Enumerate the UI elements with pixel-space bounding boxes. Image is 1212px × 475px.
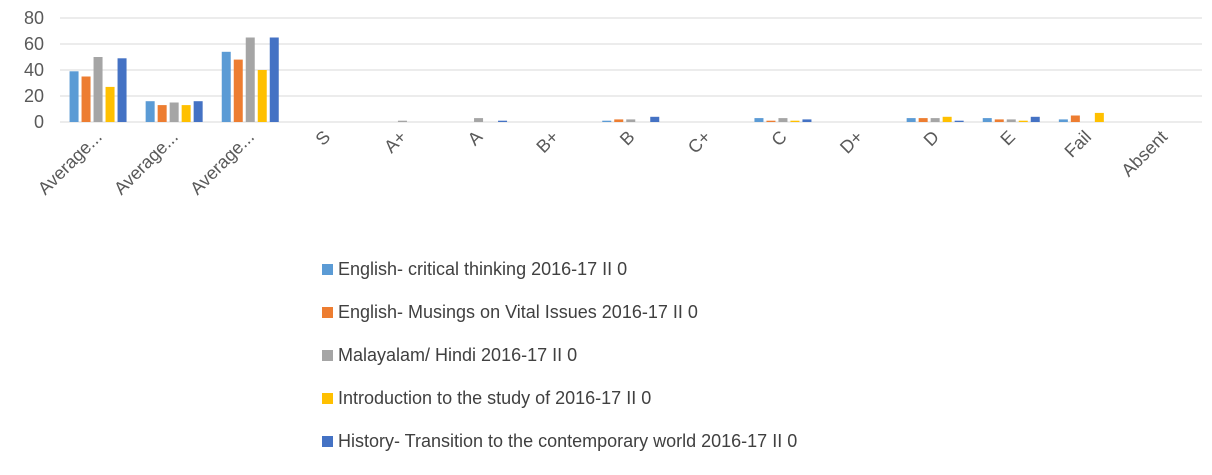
bar <box>81 76 91 122</box>
bar <box>221 51 231 122</box>
bar <box>474 118 484 122</box>
legend-label: English- critical thinking 2016-17 II 0 <box>338 258 628 279</box>
x-tick-label: C <box>767 127 790 150</box>
y-tick-label: 0 <box>34 112 44 132</box>
x-tick-label: B+ <box>532 127 562 157</box>
bar-chart: 020406080 Average... Average... Average...… <box>24 8 1202 199</box>
bar <box>269 37 279 122</box>
legend-item: History- Transition to the contemporary … <box>322 430 798 451</box>
legend-swatch <box>322 392 333 404</box>
y-tick-label: 40 <box>24 60 44 80</box>
bar <box>982 118 992 122</box>
x-tick-label: S <box>312 127 335 150</box>
bar <box>1070 115 1080 122</box>
bar <box>145 101 155 122</box>
legend-label: Introduction to the study of 2016-17 II … <box>338 387 652 408</box>
bar <box>169 102 179 122</box>
x-tick-label: D <box>920 127 943 150</box>
bar <box>105 86 115 122</box>
bar <box>906 118 916 122</box>
bar <box>1006 119 1016 122</box>
bar <box>790 120 800 122</box>
gridlines <box>60 17 1202 123</box>
bar <box>181 105 191 122</box>
bar <box>397 120 407 122</box>
bar <box>1030 116 1040 122</box>
y-tick-label: 80 <box>24 8 44 28</box>
legend-swatch <box>322 435 333 447</box>
bar <box>69 71 79 122</box>
bar <box>942 116 952 122</box>
x-tick-label: C+ <box>684 127 715 158</box>
bar <box>754 118 764 122</box>
x-tick-label: Average... <box>186 127 258 199</box>
x-tick-label: Fail <box>1061 127 1096 162</box>
x-axis-ticks: Average... Average... Average... S A+ A B+ B C+ C… <box>34 127 1171 199</box>
y-tick-label: 60 <box>24 34 44 54</box>
legend-label: History- Transition to the contemporary … <box>338 430 798 451</box>
x-tick-label: A+ <box>380 127 410 157</box>
x-tick-label: Absent <box>1118 127 1172 181</box>
legend-swatch <box>322 306 333 318</box>
y-tick-label: 20 <box>24 86 44 106</box>
legend-item: English- critical thinking 2016-17 II 0 <box>322 258 797 279</box>
bar <box>157 105 167 122</box>
x-tick-label: Average... <box>110 127 182 199</box>
x-tick-label: E <box>996 127 1019 150</box>
bar <box>257 70 267 122</box>
y-axis-ticks: 0 20 40 60 80 <box>24 8 44 132</box>
bar <box>954 120 964 122</box>
legend-item: Malayalam/ Hindi 2016-17 II 0 <box>322 344 797 365</box>
bar <box>193 101 203 122</box>
legend-item: Introduction to the study of 2016-17 II … <box>322 387 797 408</box>
legend-swatch <box>322 349 333 361</box>
x-tick-label: D+ <box>836 127 867 158</box>
bar <box>918 118 928 122</box>
bar <box>1018 120 1028 122</box>
bar <box>614 119 624 122</box>
bar <box>245 37 255 122</box>
bar <box>994 119 1004 122</box>
bar <box>233 59 243 122</box>
bar <box>802 119 812 122</box>
bar <box>650 116 660 122</box>
legend-swatch <box>322 263 333 275</box>
bars <box>69 37 1104 122</box>
bar <box>1094 112 1104 122</box>
x-tick-label: B <box>616 127 639 150</box>
legend-label: English- Musings on Vital Issues 2016-17… <box>338 301 698 322</box>
bar <box>766 120 776 122</box>
x-tick-label: Average... <box>34 127 106 199</box>
bar <box>117 58 127 122</box>
bar <box>498 120 508 122</box>
x-tick-label: A <box>464 127 487 150</box>
legend: English- critical thinking 2016-17 II 0 … <box>322 258 798 475</box>
legend-label: Malayalam/ Hindi 2016-17 II 0 <box>338 344 578 365</box>
bar <box>93 57 103 122</box>
bar <box>626 119 636 122</box>
bar <box>778 118 788 122</box>
legend-item: English- Musings on Vital Issues 2016-17… <box>322 301 797 322</box>
bar <box>1058 119 1068 122</box>
bar <box>602 120 612 122</box>
bar <box>930 118 940 122</box>
